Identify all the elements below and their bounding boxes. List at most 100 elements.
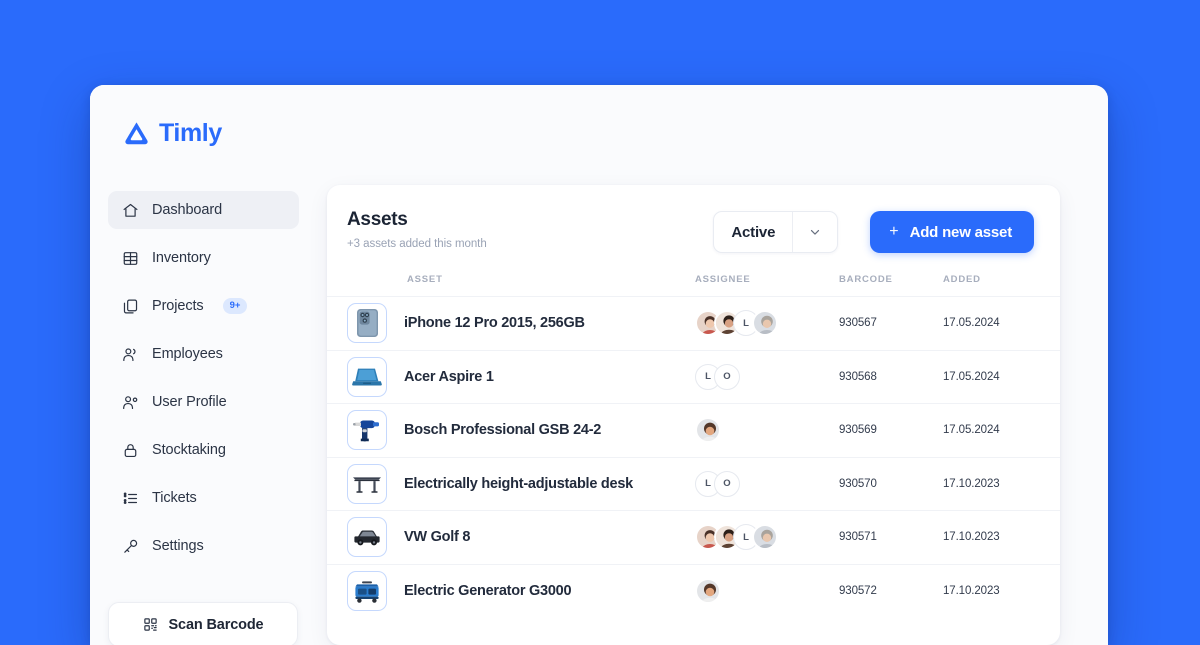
brand[interactable]: Timly — [90, 113, 317, 153]
avatar — [695, 578, 721, 605]
iphone-thumb-icon — [347, 303, 387, 344]
main-content: Assets +3 assets added this month Active — [317, 85, 1108, 645]
brand-name: Timly — [159, 118, 222, 147]
sidebar: Timly Dashboard Inventory Projects 9+ Em… — [90, 85, 317, 645]
cell-assignee: L O — [695, 470, 839, 497]
scan-barcode-button[interactable]: Scan Barcode — [108, 602, 298, 645]
assets-card: Assets +3 assets added this month Active — [327, 185, 1060, 645]
asset-name: Acer Aspire 1 — [404, 368, 494, 385]
copy-icon — [122, 298, 139, 315]
lock-icon — [122, 442, 139, 459]
sidebar-item-inventory[interactable]: Inventory — [108, 239, 299, 277]
cell-asset: Electrically height-adjustable desk — [347, 463, 695, 504]
cell-assignee: L — [695, 524, 839, 551]
sidebar-item-label: Employees — [152, 346, 223, 362]
cell-added: 17.05.2024 — [943, 424, 1000, 437]
asset-name: Electric Generator G3000 — [404, 583, 572, 600]
page-title: Assets — [347, 209, 408, 230]
app-window: Timly Dashboard Inventory Projects 9+ Em… — [90, 85, 1108, 645]
avatar-initial: O — [714, 363, 740, 390]
table-row[interactable]: Electrically height-adjustable desk L O … — [327, 458, 1060, 511]
avatar — [752, 310, 778, 337]
cell-assignee: L O — [695, 363, 839, 390]
cell-barcode: 930572 — [839, 585, 877, 598]
generator-thumb-icon — [347, 571, 387, 612]
cell-barcode: 930568 — [839, 370, 877, 383]
avatar-group[interactable] — [695, 578, 721, 605]
header-controls: Active + Add new asset — [713, 209, 1034, 253]
column-header-barcode: BARCODE — [839, 274, 893, 285]
assets-subtitle: +3 assets added this month — [347, 237, 487, 250]
table-row[interactable]: Electric Generator G3000 930572 17.10.20… — [327, 565, 1060, 619]
desk-thumb-icon — [347, 463, 387, 504]
cell-asset: Electric Generator G3000 — [347, 571, 695, 612]
avatar-group[interactable]: L — [695, 524, 778, 551]
sidebar-item-settings[interactable]: Settings — [108, 527, 299, 565]
drill-thumb-icon — [347, 410, 387, 451]
table-row[interactable]: VW Golf 8 L 930571 17.10.2023 — [327, 511, 1060, 565]
sidebar-item-employees[interactable]: Employees — [108, 335, 299, 373]
sidebar-item-label: Dashboard — [152, 202, 223, 218]
sidebar-item-dashboard[interactable]: Dashboard — [108, 191, 299, 229]
table-row[interactable]: Acer Aspire 1 L O 930568 17.05.2024 — [327, 351, 1060, 404]
sidebar-item-label: Inventory — [152, 250, 211, 266]
table-row[interactable]: iPhone 12 Pro 2015, 256GB L 930567 17.05… — [327, 297, 1060, 351]
cell-asset: Acer Aspire 1 — [347, 356, 695, 397]
column-header-added: ADDED — [943, 274, 981, 285]
asset-name: Bosch Professional GSB 24-2 — [404, 422, 602, 439]
avatar-group[interactable]: L — [695, 310, 778, 337]
add-new-asset-button[interactable]: + Add new asset — [870, 211, 1034, 253]
sidebar-item-label: Tickets — [152, 490, 197, 506]
cell-added: 17.05.2024 — [943, 317, 1000, 330]
assets-table: ASSET ASSIGNEE BARCODE ADDED iPhone 12 P… — [327, 263, 1060, 618]
assets-title-block: Assets +3 assets added this month — [347, 209, 713, 250]
cell-asset: VW Golf 8 — [347, 517, 695, 558]
cell-added: 17.10.2023 — [943, 477, 1000, 490]
chevron-down-icon[interactable] — [792, 212, 837, 252]
status-filter-select[interactable]: Active — [713, 211, 839, 253]
cell-asset: iPhone 12 Pro 2015, 256GB — [347, 303, 695, 344]
cell-barcode: 930567 — [839, 317, 877, 330]
asset-name: VW Golf 8 — [404, 529, 471, 546]
user-gear-icon — [122, 394, 139, 411]
status-filter-value: Active — [731, 223, 776, 241]
cell-assignee — [695, 578, 839, 605]
scan-barcode-label: Scan Barcode — [168, 616, 264, 633]
avatar-initial: O — [714, 470, 740, 497]
laptop-thumb-icon — [347, 356, 387, 397]
sidebar-item-label: Settings — [152, 538, 204, 554]
sidebar-item-label: Projects — [152, 298, 204, 314]
cell-barcode: 930569 — [839, 424, 877, 437]
grid-icon — [122, 250, 139, 267]
avatar — [695, 417, 721, 444]
sidebar-item-tickets[interactable]: Tickets — [108, 479, 299, 517]
sidebar-item-label: Stocktaking — [152, 442, 226, 458]
sidebar-item-stocktaking[interactable]: Stocktaking — [108, 431, 299, 469]
home-icon — [122, 202, 139, 219]
table-row[interactable]: Bosch Professional GSB 24-2 930569 17.05… — [327, 404, 1060, 458]
assets-card-header: Assets +3 assets added this month Active — [327, 185, 1060, 263]
sidebar-item-projects[interactable]: Projects 9+ — [108, 287, 299, 325]
sidebar-item-label: User Profile — [152, 394, 227, 410]
avatar-group[interactable]: L O — [695, 470, 740, 497]
avatar-group[interactable] — [695, 417, 721, 444]
table-header-row: ASSET ASSIGNEE BARCODE ADDED — [327, 263, 1060, 297]
timly-logo-icon — [123, 120, 150, 147]
key-icon — [122, 538, 139, 555]
cell-barcode: 930571 — [839, 531, 877, 544]
sidebar-item-user-profile[interactable]: User Profile — [108, 383, 299, 421]
list-icon — [122, 490, 139, 507]
sidebar-badge-projects: 9+ — [222, 298, 248, 314]
column-header-asset: ASSET — [407, 274, 443, 285]
avatar-group[interactable]: L O — [695, 363, 740, 390]
cell-added: 17.05.2024 — [943, 370, 1000, 383]
asset-name: Electrically height-adjustable desk — [404, 475, 633, 492]
plus-icon: + — [889, 223, 899, 240]
avatar — [752, 524, 778, 551]
column-header-assignee: ASSIGNEE — [695, 274, 751, 285]
cell-assignee: L — [695, 310, 839, 337]
qr-code-icon — [143, 617, 158, 632]
add-new-asset-label: Add new asset — [909, 223, 1013, 241]
users-icon — [122, 346, 139, 363]
cell-asset: Bosch Professional GSB 24-2 — [347, 410, 695, 451]
